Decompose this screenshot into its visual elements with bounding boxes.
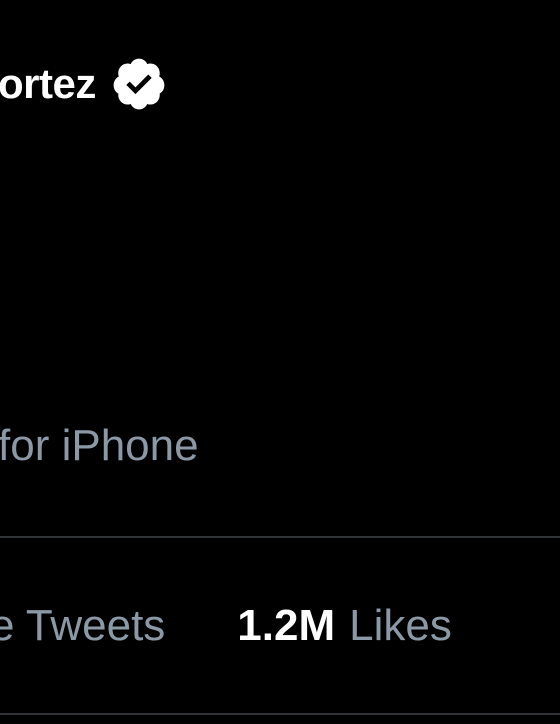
likes-count: 1.2M [237, 601, 336, 650]
tweet-source-label[interactable]: for iPhone [0, 424, 199, 468]
likes-label: Likes [349, 601, 452, 650]
divider-bottom [0, 713, 560, 715]
likes-stat[interactable]: 1.2M Likes [237, 604, 452, 648]
quote-tweets-label[interactable]: e Tweets [0, 604, 165, 648]
verified-badge-icon [113, 58, 165, 110]
tweet-stats-row: e Tweets 1.2M Likes [0, 604, 452, 648]
author-name-row: ortez [0, 52, 168, 116]
divider-top [0, 536, 560, 538]
author-display-name[interactable]: ortez [0, 63, 96, 105]
